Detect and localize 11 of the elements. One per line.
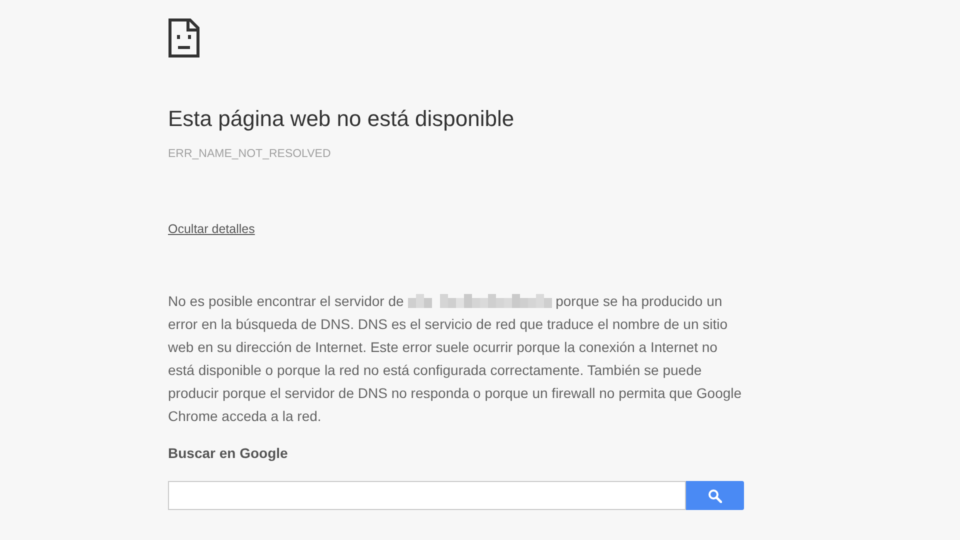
description-text: porque se ha producido un [556,293,722,309]
search-button[interactable] [686,481,744,510]
search-icon [708,488,722,502]
search-heading: Buscar en Google [168,445,289,461]
sad-page-icon [168,18,200,58]
details-link[interactable]: Ocultar detalles [168,222,255,236]
error-code: ERR_NAME_NOT_RESOLVED [168,148,332,160]
description-text: No es posible encontrar el servidor de [168,293,404,309]
page-title: Esta página web no está disponible [168,105,516,133]
description-text: error en la búsqueda de DNS. DNS es el servicio de red que traduce el nombre de un sitio web en su dirección de Internet. Este error suele ocurrir porque la conexión a Internet no está disponible o porque la red no está configurada correctamente. También se puede producir porque el servidor de DNS no responda o porque un firewall no permita que Google Chrome acceda a la red. [168,315,743,426]
search-field[interactable] [168,481,686,510]
